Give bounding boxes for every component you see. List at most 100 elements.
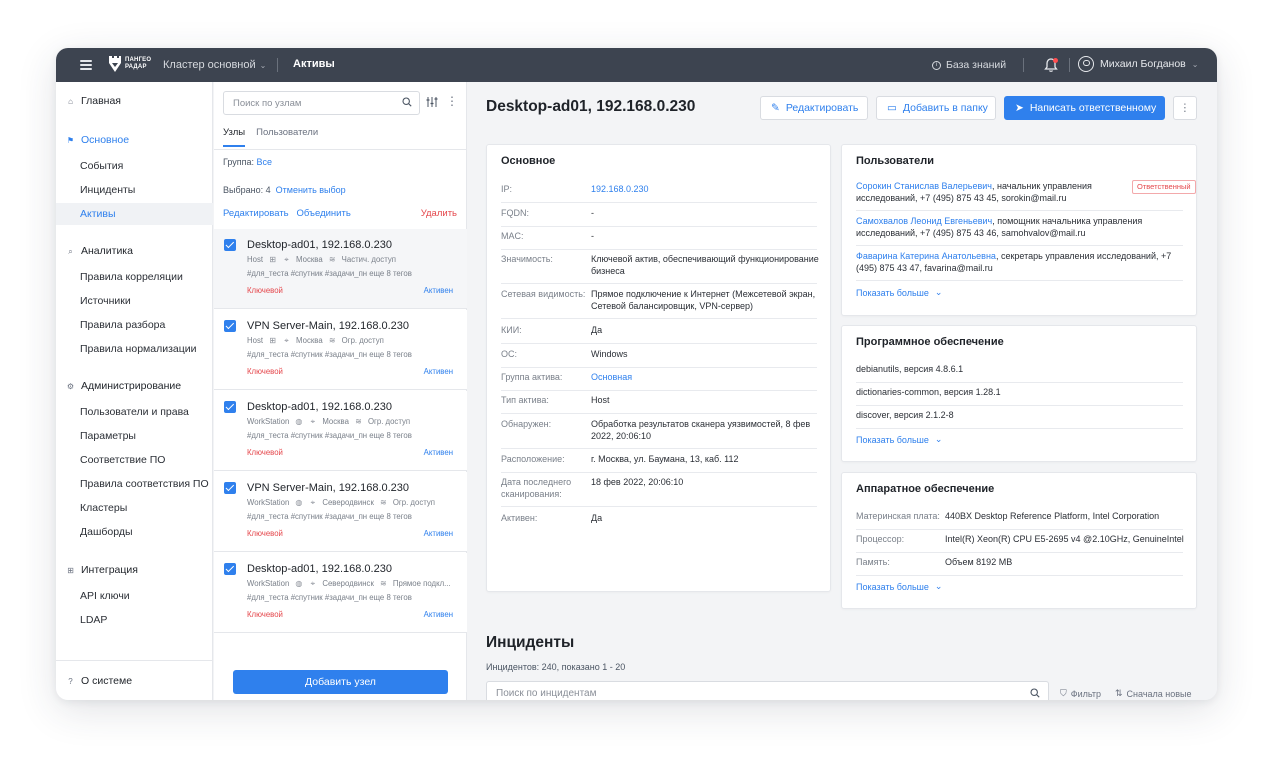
list-item[interactable]: VPN Server-Main, 192.168.0.230 WorkStati… bbox=[214, 472, 467, 552]
sidebar-item-normalization[interactable]: Правила нормализации bbox=[56, 338, 213, 360]
field-label: Расположение: bbox=[501, 454, 565, 464]
wifi-icon: ≋ bbox=[328, 335, 336, 345]
field-label: IP: bbox=[501, 184, 513, 194]
divider bbox=[1023, 58, 1024, 72]
sidebar: ⌂ Главная ⚑ Основное События Инциденты А… bbox=[56, 82, 213, 700]
sidebar-item-parsing-rules[interactable]: Правила разбора bbox=[56, 314, 213, 336]
field-value: - bbox=[591, 208, 594, 218]
notification-dot bbox=[1053, 58, 1058, 63]
sidebar-item-label: Основное bbox=[81, 134, 130, 146]
status-badge: Активен bbox=[423, 529, 453, 538]
checkbox[interactable] bbox=[224, 320, 236, 332]
menu-icon[interactable] bbox=[80, 60, 92, 70]
sidebar-item-clusters[interactable]: Кластеры bbox=[56, 497, 213, 519]
asset-group-link[interactable]: Основная bbox=[591, 371, 819, 383]
sidebar-item-assets[interactable]: Активы bbox=[56, 203, 213, 225]
sidebar-item-label: Интеграция bbox=[81, 564, 138, 576]
sort-button[interactable]: ⇅ Сначала новые bbox=[1115, 688, 1192, 699]
user-row: Сорокин Станислав Валерьевич, начальник … bbox=[856, 180, 1196, 211]
asset-list-pane: Поиск по узлам ⋮ Узлы Пользователи Групп… bbox=[214, 82, 467, 700]
user-name-link[interactable]: Сорокин Станислав Валерьевич bbox=[856, 181, 992, 191]
sidebar-item-about[interactable]: ? О системе bbox=[56, 675, 213, 687]
group-label: Группа: bbox=[223, 157, 255, 167]
incident-search-input[interactable]: Поиск по инцидентам bbox=[486, 681, 1049, 700]
user-name-link[interactable]: Фаварина Катерина Анатольевна bbox=[856, 251, 996, 261]
bell-icon[interactable] bbox=[1044, 57, 1058, 73]
field-label: MAC: bbox=[501, 231, 524, 241]
checkbox[interactable] bbox=[224, 482, 236, 494]
sidebar-item-home[interactable]: ⌂ Главная bbox=[56, 95, 213, 107]
sidebar-item-software-compliance[interactable]: Соответствие ПО bbox=[56, 449, 213, 471]
tab-users[interactable]: Пользователи bbox=[256, 127, 318, 147]
sidebar-item-api-keys[interactable]: API ключи bbox=[56, 585, 213, 607]
sidebar-group-integration[interactable]: ⊞ Интеграция bbox=[56, 564, 213, 576]
sidebar-item-events[interactable]: События bbox=[56, 155, 213, 177]
list-item[interactable]: VPN Server-Main, 192.168.0.230 Host ⊞ ⌖ … bbox=[214, 310, 467, 390]
sidebar-item-dashboards[interactable]: Дашборды bbox=[56, 521, 213, 543]
field-significance: Значимость: Ключевой актив, обеспечивающ… bbox=[501, 253, 819, 284]
sidebar-item-sources[interactable]: Источники bbox=[56, 290, 213, 312]
show-more-users[interactable]: Показать больше ⌄ bbox=[856, 287, 942, 298]
more-vertical-icon[interactable]: ⋮ bbox=[446, 95, 458, 109]
tab-nodes[interactable]: Узлы bbox=[223, 127, 246, 147]
responsible-badge: Ответственный bbox=[1132, 180, 1196, 194]
wifi-icon: ≋ bbox=[328, 254, 336, 264]
delete-link[interactable]: Удалить bbox=[421, 208, 457, 219]
wifi-icon: ≋ bbox=[355, 416, 362, 426]
list-item[interactable]: Desktop-ad01, 192.168.0.230 WorkStation … bbox=[214, 391, 467, 471]
checkbox[interactable] bbox=[224, 239, 236, 251]
node-search-input[interactable]: Поиск по узлам bbox=[223, 91, 420, 115]
user-menu[interactable]: Михаил Богданов ⌄ bbox=[1078, 56, 1198, 72]
sidebar-item-ldap[interactable]: LDAP bbox=[56, 609, 213, 631]
send-icon: ➤ bbox=[1015, 102, 1024, 114]
sidebar-item-incidents[interactable]: Инциденты bbox=[56, 179, 213, 201]
checkbox[interactable] bbox=[224, 401, 236, 413]
merge-link[interactable]: Объединить bbox=[297, 208, 351, 219]
filter-button[interactable]: ⛉ Фильтр bbox=[1060, 688, 1101, 699]
importance-badge: Ключевой bbox=[247, 367, 283, 376]
sidebar-item-correlation[interactable]: Правила корреляции bbox=[56, 266, 213, 288]
wifi-icon: ≋ bbox=[380, 497, 387, 507]
logo-icon bbox=[109, 56, 121, 72]
panel-title: Пользователи bbox=[856, 155, 935, 167]
knowledge-base-link[interactable]: i База знаний bbox=[932, 59, 1006, 71]
gear-icon: ⚙ bbox=[66, 381, 75, 391]
edit-button[interactable]: ✎ Редактировать bbox=[760, 96, 868, 120]
write-responsible-button[interactable]: ➤ Написать ответственному bbox=[1004, 96, 1165, 120]
search-placeholder: Поиск по инцидентам bbox=[496, 688, 597, 699]
show-more-label: Показать больше bbox=[856, 581, 929, 592]
add-to-folder-button[interactable]: ▭ Добавить в папку bbox=[876, 96, 996, 120]
search-icon bbox=[1030, 688, 1040, 698]
divider bbox=[214, 149, 467, 150]
cluster-select[interactable]: Кластер основной ⌄ bbox=[163, 59, 266, 71]
list-item[interactable]: Desktop-ad01, 192.168.0.230 Host ⊞ ⌖ Мос… bbox=[214, 229, 467, 309]
item-type: Host bbox=[247, 255, 264, 264]
field-mac: MAC: - bbox=[501, 230, 817, 250]
apple-icon: ◍ bbox=[295, 578, 303, 588]
item-type: WorkStation bbox=[247, 417, 290, 426]
ip-link[interactable]: 192.168.0.230 bbox=[591, 183, 819, 195]
importance-badge: Ключевой bbox=[247, 529, 283, 538]
logo[interactable]: ПАНГЕО РАДАР bbox=[108, 55, 151, 73]
group-filter: Группа: Все bbox=[223, 157, 272, 167]
add-node-button[interactable]: Добавить узел bbox=[233, 670, 448, 694]
user-name-link[interactable]: Самохвалов Леонид Евгеньевич bbox=[856, 216, 992, 226]
sidebar-item-software-rules[interactable]: Правила соответствия ПО bbox=[56, 473, 213, 495]
group-value-link[interactable]: Все bbox=[257, 157, 273, 167]
sidebar-item-users-rights[interactable]: Пользователи и права bbox=[56, 401, 213, 423]
cancel-selection-link[interactable]: Отменить выбор bbox=[276, 185, 346, 195]
show-more-hardware[interactable]: Показать больше ⌄ bbox=[856, 581, 942, 592]
bulk-edit-link[interactable]: Редактировать bbox=[223, 208, 289, 219]
sidebar-item-parameters[interactable]: Параметры bbox=[56, 425, 213, 447]
panel-title: Аппаратное обеспечение bbox=[856, 483, 995, 495]
more-vertical-icon[interactable]: ⋮ bbox=[1173, 96, 1197, 120]
list-item[interactable]: Desktop-ad01, 192.168.0.230 WorkStation … bbox=[214, 553, 467, 633]
sidebar-group-basic[interactable]: ⚑ Основное bbox=[56, 134, 213, 146]
show-more-software[interactable]: Показать больше ⌄ bbox=[856, 434, 942, 445]
sliders-icon[interactable] bbox=[426, 96, 438, 108]
checkbox[interactable] bbox=[224, 563, 236, 575]
field-ip: IP: 192.168.0.230 bbox=[501, 183, 817, 203]
sidebar-group-admin[interactable]: ⚙ Администрирование bbox=[56, 380, 213, 392]
show-more-label: Показать больше bbox=[856, 287, 929, 298]
sidebar-group-analytics[interactable]: ⌕ Аналитика bbox=[56, 245, 213, 257]
